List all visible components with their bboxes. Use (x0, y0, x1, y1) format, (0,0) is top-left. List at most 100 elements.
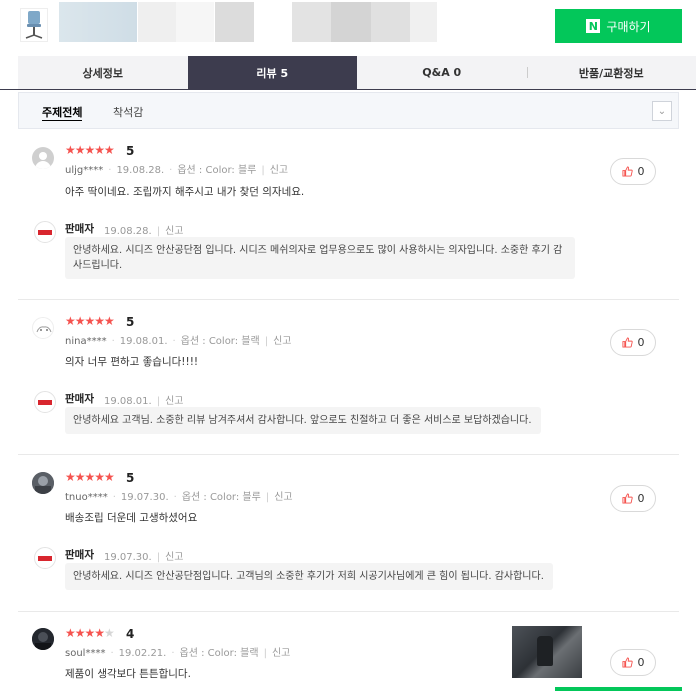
filter-expand-button[interactable]: ⌄ (652, 101, 672, 121)
reply-meta: 19.08.28. | 신고 (104, 226, 184, 237)
star-rating: ★★★★★ (65, 314, 115, 328)
like-count: 0 (637, 492, 645, 505)
review-text: 의자 너무 편하고 좋습니다!!!! (65, 356, 199, 368)
review-option: 옵션 : Color: 블랙 (179, 648, 259, 659)
thumbs-up-icon (621, 493, 633, 504)
reply-meta: 19.07.30. | 신고 (104, 552, 184, 563)
report-link[interactable]: 신고 (273, 336, 291, 347)
review-option: 옵션 : Color: 블루 (181, 492, 261, 503)
thumbs-up-icon (621, 657, 633, 668)
seller-name: 판매자 (65, 223, 94, 235)
filter-all-topics[interactable]: 주제전체 (42, 104, 83, 121)
doodle-avatar-icon (36, 326, 52, 333)
office-chair-icon (25, 11, 43, 39)
blurred-product-name (331, 2, 371, 42)
tab-reviews[interactable]: 리뷰 5 (187, 56, 357, 89)
reviewer-id: tnuo**** (65, 492, 108, 503)
review-text: 배송조립 더운데 고생하셨어요 (65, 512, 198, 524)
blurred-product-name (292, 2, 331, 42)
rating-score: 5 (126, 315, 135, 329)
blurred-product-name (371, 2, 410, 42)
star-rating: ★★★★★ (65, 143, 115, 157)
review-date: 19.08.01. (119, 336, 168, 347)
review-text: 아주 딱이네요. 조립까지 해주시고 내가 찾던 의자네요. (65, 186, 305, 198)
rating-score: 5 (126, 471, 135, 485)
avatar (32, 147, 54, 169)
reply-date: 19.08.01. (104, 396, 152, 407)
like-button[interactable]: 0 (610, 649, 656, 676)
review-item: ★★★★★ 5 uljg**** · 19.08.28. · 옵션 : Color: 블… (18, 130, 679, 300)
user-photo-icon (32, 472, 54, 494)
buy-button-label: 구매하기 (606, 19, 651, 34)
reply-date: 19.08.28. (104, 226, 152, 237)
seller-name: 판매자 (65, 549, 94, 561)
user-photo-icon (32, 628, 54, 650)
product-header: N 구매하기 (0, 0, 696, 50)
reviewer-id: nina**** (65, 336, 107, 347)
filter-seating-comfort[interactable]: 착석감 (113, 104, 143, 120)
review-meta: soul**** · 19.02.21. · 옵션 : Color: 블랙 | 신고 (65, 648, 291, 659)
like-count: 0 (637, 165, 645, 178)
thumbs-up-icon (621, 337, 633, 348)
product-tabs: 상세정보 리뷰 5 Q&A 0 반품/교환정보 (18, 56, 696, 89)
report-link[interactable]: 신고 (165, 226, 183, 237)
blurred-product-name (59, 2, 137, 42)
seller-reply: 안녕하세요. 시디즈 안산공단점입니다. 고객님의 소중한 후기가 저희 시공기… (65, 563, 553, 590)
report-link[interactable]: 신고 (270, 165, 288, 176)
tab-divider (0, 89, 696, 90)
chevron-down-icon: ⌄ (657, 105, 667, 117)
naver-pay-buy-button[interactable]: N 구매하기 (555, 9, 682, 43)
reply-date: 19.07.30. (104, 552, 152, 563)
avatar (32, 472, 54, 494)
report-link[interactable]: 신고 (165, 552, 183, 563)
rating-score: 5 (126, 144, 135, 158)
reply-line: 안녕하세요 고객님. 소중한 리뷰 남겨주셔서 감사합니다. 앞으로도 친절하고… (73, 415, 532, 426)
review-option: 옵션 : Color: 블랙 (180, 336, 260, 347)
next-section-edge (555, 687, 682, 691)
review-text: 제품이 생각보다 튼튼합니다. (65, 668, 191, 680)
naver-logo-icon: N (586, 19, 601, 33)
reply-line: 안녕하세요. 시디즈 안산공단점입니다. 고객님의 소중한 후기가 저희 시공기… (73, 571, 544, 582)
review-date: 19.07.30. (120, 492, 169, 503)
tab-qna[interactable]: Q&A 0 (357, 56, 527, 89)
like-button[interactable]: 0 (610, 485, 656, 512)
seller-logo-icon (34, 391, 56, 413)
star-rating: ★★★★★ (65, 470, 115, 484)
tab-return-exchange[interactable]: 반품/교환정보 (526, 56, 696, 89)
blurred-product-name (410, 2, 437, 42)
review-item: ★★★★★ 5 nina**** · 19.08.01. · 옵션 : Color: 블… (18, 300, 679, 455)
review-topic-filter: 주제전체 착석감 ⌄ (18, 92, 679, 129)
like-count: 0 (637, 336, 645, 349)
thumbs-up-icon (621, 166, 633, 177)
tab-detail[interactable]: 상세정보 (18, 56, 188, 89)
avatar (32, 317, 54, 339)
reviewer-id: uljg**** (65, 165, 104, 176)
product-thumbnail[interactable] (20, 8, 48, 42)
like-count: 0 (637, 656, 645, 669)
seller-reply: 안녕하세요 고객님. 소중한 리뷰 남겨주셔서 감사합니다. 앞으로도 친절하고… (65, 407, 541, 434)
report-link[interactable]: 신고 (165, 396, 183, 407)
reply-line: 사드립니다. (73, 260, 123, 271)
report-link[interactable]: 신고 (274, 492, 292, 503)
like-button[interactable]: 0 (610, 158, 656, 185)
blurred-product-name (215, 2, 254, 42)
review-date: 19.02.21. (118, 648, 167, 659)
seller-reply: 안녕하세요. 시디즈 안산공단점 입니다. 시디즈 메쉬의자로 업무용으로도 많… (65, 237, 575, 279)
review-date: 19.08.28. (116, 165, 165, 176)
seller-logo-icon (34, 221, 56, 243)
rating-score: 4 (126, 627, 135, 641)
review-meta: uljg**** · 19.08.28. · 옵션 : Color: 블루 | 신고 (65, 165, 289, 176)
seller-name: 판매자 (65, 393, 94, 405)
default-user-icon (35, 152, 51, 169)
review-meta: tnuo**** · 19.07.30. · 옵션 : Color: 블루 | 신고 (65, 492, 293, 503)
reply-meta: 19.08.01. | 신고 (104, 396, 184, 407)
seller-logo-icon (34, 547, 56, 569)
review-meta: nina**** · 19.08.01. · 옵션 : Color: 블랙 | 신고 (65, 336, 292, 347)
blurred-product-name (138, 2, 176, 42)
report-link[interactable]: 신고 (272, 648, 290, 659)
like-button[interactable]: 0 (610, 329, 656, 356)
review-photo[interactable] (512, 626, 582, 678)
star-rating: ★★★★★ (65, 626, 115, 640)
avatar (32, 628, 54, 650)
blurred-product-name (176, 2, 214, 42)
